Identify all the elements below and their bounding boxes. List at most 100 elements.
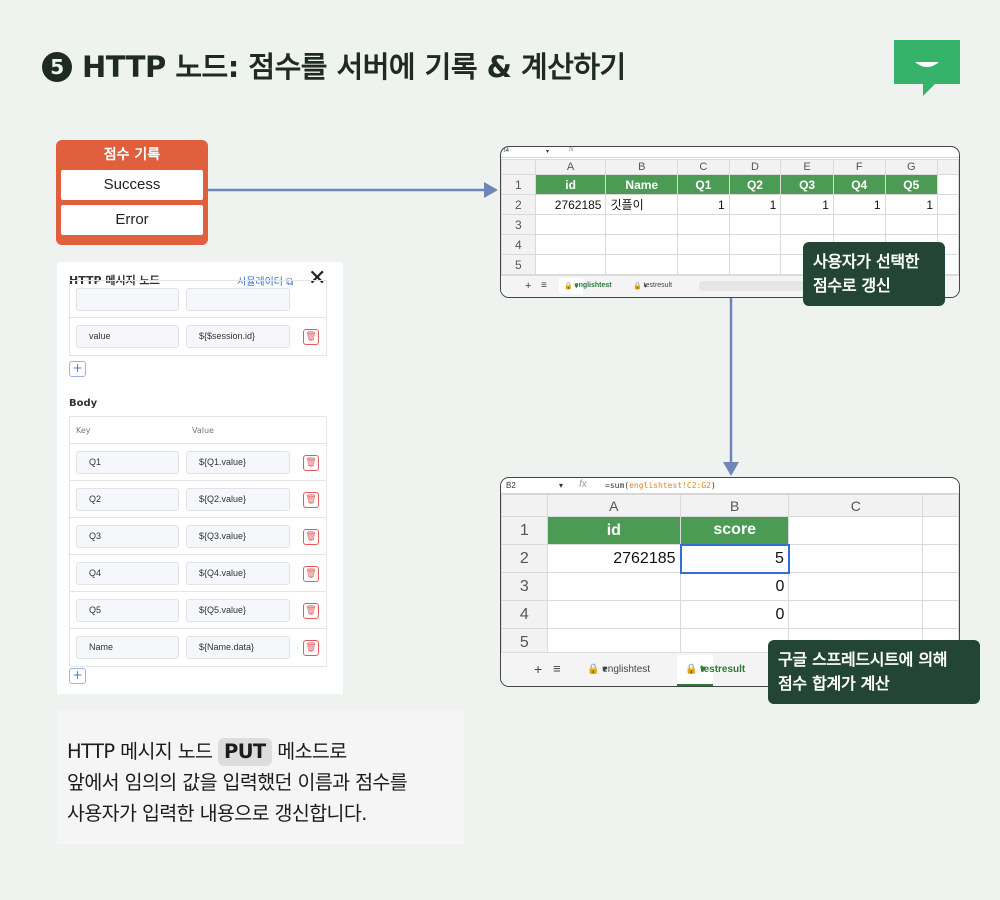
tab-englishtest[interactable]: 🔒 englishtest ▾ xyxy=(587,664,650,675)
badge-line: 점수로 갱신 xyxy=(813,276,891,295)
key-field[interactable] xyxy=(76,288,179,311)
title-text: HTTP 노드: 점수를 서버에 기록 & 계산하기 xyxy=(82,50,626,84)
tab-testresult[interactable]: 🔒 testresult ▾ xyxy=(677,655,745,686)
column-header[interactable]: B xyxy=(680,494,790,517)
cell[interactable]: 1 xyxy=(780,194,834,215)
value-field[interactable]: ${Q2.value} xyxy=(186,488,290,511)
update-note-badge: 사용자가 선택한 점수로 갱신 xyxy=(803,242,945,306)
key-field[interactable]: Q2 xyxy=(76,488,179,511)
header-cell[interactable]: Q3 xyxy=(780,174,834,195)
column-header[interactable]: A xyxy=(534,159,607,175)
trash-icon[interactable]: 🗑 xyxy=(303,329,319,345)
column-header[interactable]: F xyxy=(832,159,886,175)
dropdown-icon[interactable]: ▾ xyxy=(546,148,549,155)
row-header[interactable]: 2 xyxy=(501,544,548,573)
header-cell[interactable]: id xyxy=(546,516,682,545)
cell[interactable]: 1 xyxy=(832,194,886,215)
cell[interactable]: 2762185 xyxy=(546,544,682,573)
cell[interactable]: 1 xyxy=(728,194,782,215)
cell-reference[interactable]: B2 xyxy=(506,481,516,490)
caption-line: 사용자가 입력한 내용으로 갱신합니다. xyxy=(67,802,367,825)
row-header[interactable]: 3 xyxy=(501,214,536,235)
selected-cell[interactable]: 5 xyxy=(679,543,790,574)
cell[interactable]: 1 xyxy=(884,194,939,215)
page-title: 5 HTTP 노드: 점수를 서버에 기록 & 계산하기 xyxy=(42,44,626,86)
trash-icon[interactable]: 🗑 xyxy=(303,566,319,582)
body-params-box: Key Value Q1 ${Q1.value} 🗑 Q2 ${Q2.value… xyxy=(69,416,327,667)
cell[interactable] xyxy=(546,572,682,601)
header-cell[interactable]: Q2 xyxy=(728,174,782,195)
key-field[interactable]: Q5 xyxy=(76,599,179,622)
cell[interactable]: 2762185 xyxy=(534,194,607,215)
formula-bar: I4 ▾ fx xyxy=(501,147,959,158)
value-field[interactable]: ${Q4.value} xyxy=(186,562,290,585)
column-header[interactable]: C xyxy=(788,494,924,517)
step-number: 5 xyxy=(42,52,72,82)
kv-row: Name ${Name.data} 🗑 xyxy=(70,629,326,666)
column-header[interactable]: A xyxy=(546,494,682,517)
key-field[interactable]: Name xyxy=(76,636,179,659)
put-method-badge: PUT xyxy=(218,738,272,766)
column-header[interactable]: G xyxy=(884,159,939,175)
column-header[interactable]: D xyxy=(728,159,782,175)
badge-line: 점수 합계가 계산 xyxy=(778,674,890,693)
cell[interactable] xyxy=(546,600,682,629)
caption-line: 앞에서 임의의 값을 입력했던 이름과 점수를 xyxy=(67,771,408,794)
column-header[interactable]: C xyxy=(677,159,730,175)
row-header[interactable]: 1 xyxy=(501,516,548,545)
cell-reference[interactable]: I4 xyxy=(504,148,509,154)
header-cell[interactable]: score xyxy=(680,516,790,545)
dropdown-icon[interactable]: ▾ xyxy=(559,481,563,490)
tab-testresult[interactable]: 🔒 testresult ▾ xyxy=(633,282,672,290)
column-header[interactable]: E xyxy=(780,159,834,175)
kv-row: Q4 ${Q4.value} 🗑 xyxy=(70,555,326,592)
value-field[interactable] xyxy=(186,288,290,311)
trash-icon[interactable]: 🗑 xyxy=(303,529,319,545)
score-record-node[interactable]: 점수 기록 Success Error xyxy=(56,140,208,245)
node-title: 점수 기록 xyxy=(103,147,161,163)
row-header[interactable]: 3 xyxy=(501,572,548,601)
add-header-button[interactable]: + xyxy=(69,361,86,377)
value-field[interactable]: ${Name.data} xyxy=(186,636,290,659)
sheet-list-icon[interactable]: ≡ xyxy=(541,280,547,291)
header-params-box: value ${$session.id} 🗑 xyxy=(69,280,327,356)
row-header[interactable]: 4 xyxy=(501,234,536,255)
trash-icon[interactable]: 🗑 xyxy=(303,640,319,656)
value-field[interactable]: ${Q3.value} xyxy=(186,525,290,548)
value-field[interactable]: ${$session.id} xyxy=(186,325,290,348)
header-cell[interactable]: Q4 xyxy=(832,174,886,195)
add-body-button[interactable]: + xyxy=(69,668,86,684)
caption-text: HTTP 메시지 노드 xyxy=(67,740,218,763)
row-header[interactable]: 5 xyxy=(501,254,536,275)
sheet-list-icon[interactable]: ≡ xyxy=(553,661,561,676)
trash-icon[interactable]: 🗑 xyxy=(303,603,319,619)
arrow-head xyxy=(723,462,739,476)
success-output[interactable]: Success xyxy=(61,170,203,200)
value-field[interactable]: ${Q1.value} xyxy=(186,451,290,474)
trash-icon[interactable]: 🗑 xyxy=(303,455,319,471)
header-cell[interactable]: id xyxy=(534,174,607,195)
tab-englishtest[interactable]: 🔒 englishtest ▾ xyxy=(559,278,612,294)
formula-text[interactable]: =sum(englishtest!C2:G2) xyxy=(605,481,716,490)
row-header[interactable]: 4 xyxy=(501,600,548,629)
header-cell[interactable]: Q1 xyxy=(677,174,730,195)
row-header[interactable]: 1 xyxy=(501,174,536,195)
cell[interactable]: 1 xyxy=(677,194,730,215)
row-header[interactable]: 2 xyxy=(501,194,536,215)
key-field[interactable]: Q3 xyxy=(76,525,179,548)
add-sheet-button[interactable]: + xyxy=(534,661,542,677)
chat-logo-icon xyxy=(894,40,960,96)
value-field[interactable]: ${Q5.value} xyxy=(186,599,290,622)
key-field[interactable]: Q1 xyxy=(76,451,179,474)
key-field[interactable]: value xyxy=(76,325,179,348)
error-output[interactable]: Error xyxy=(61,205,203,235)
header-cell[interactable]: Name xyxy=(605,174,679,195)
cell[interactable]: 0 xyxy=(680,600,790,629)
cell[interactable]: 깃플이 xyxy=(605,194,679,215)
trash-icon[interactable]: 🗑 xyxy=(303,492,319,508)
add-sheet-button[interactable]: + xyxy=(525,280,531,292)
cell[interactable]: 0 xyxy=(680,572,790,601)
column-header[interactable]: B xyxy=(605,159,679,175)
header-cell[interactable]: Q5 xyxy=(884,174,939,195)
key-field[interactable]: Q4 xyxy=(76,562,179,585)
